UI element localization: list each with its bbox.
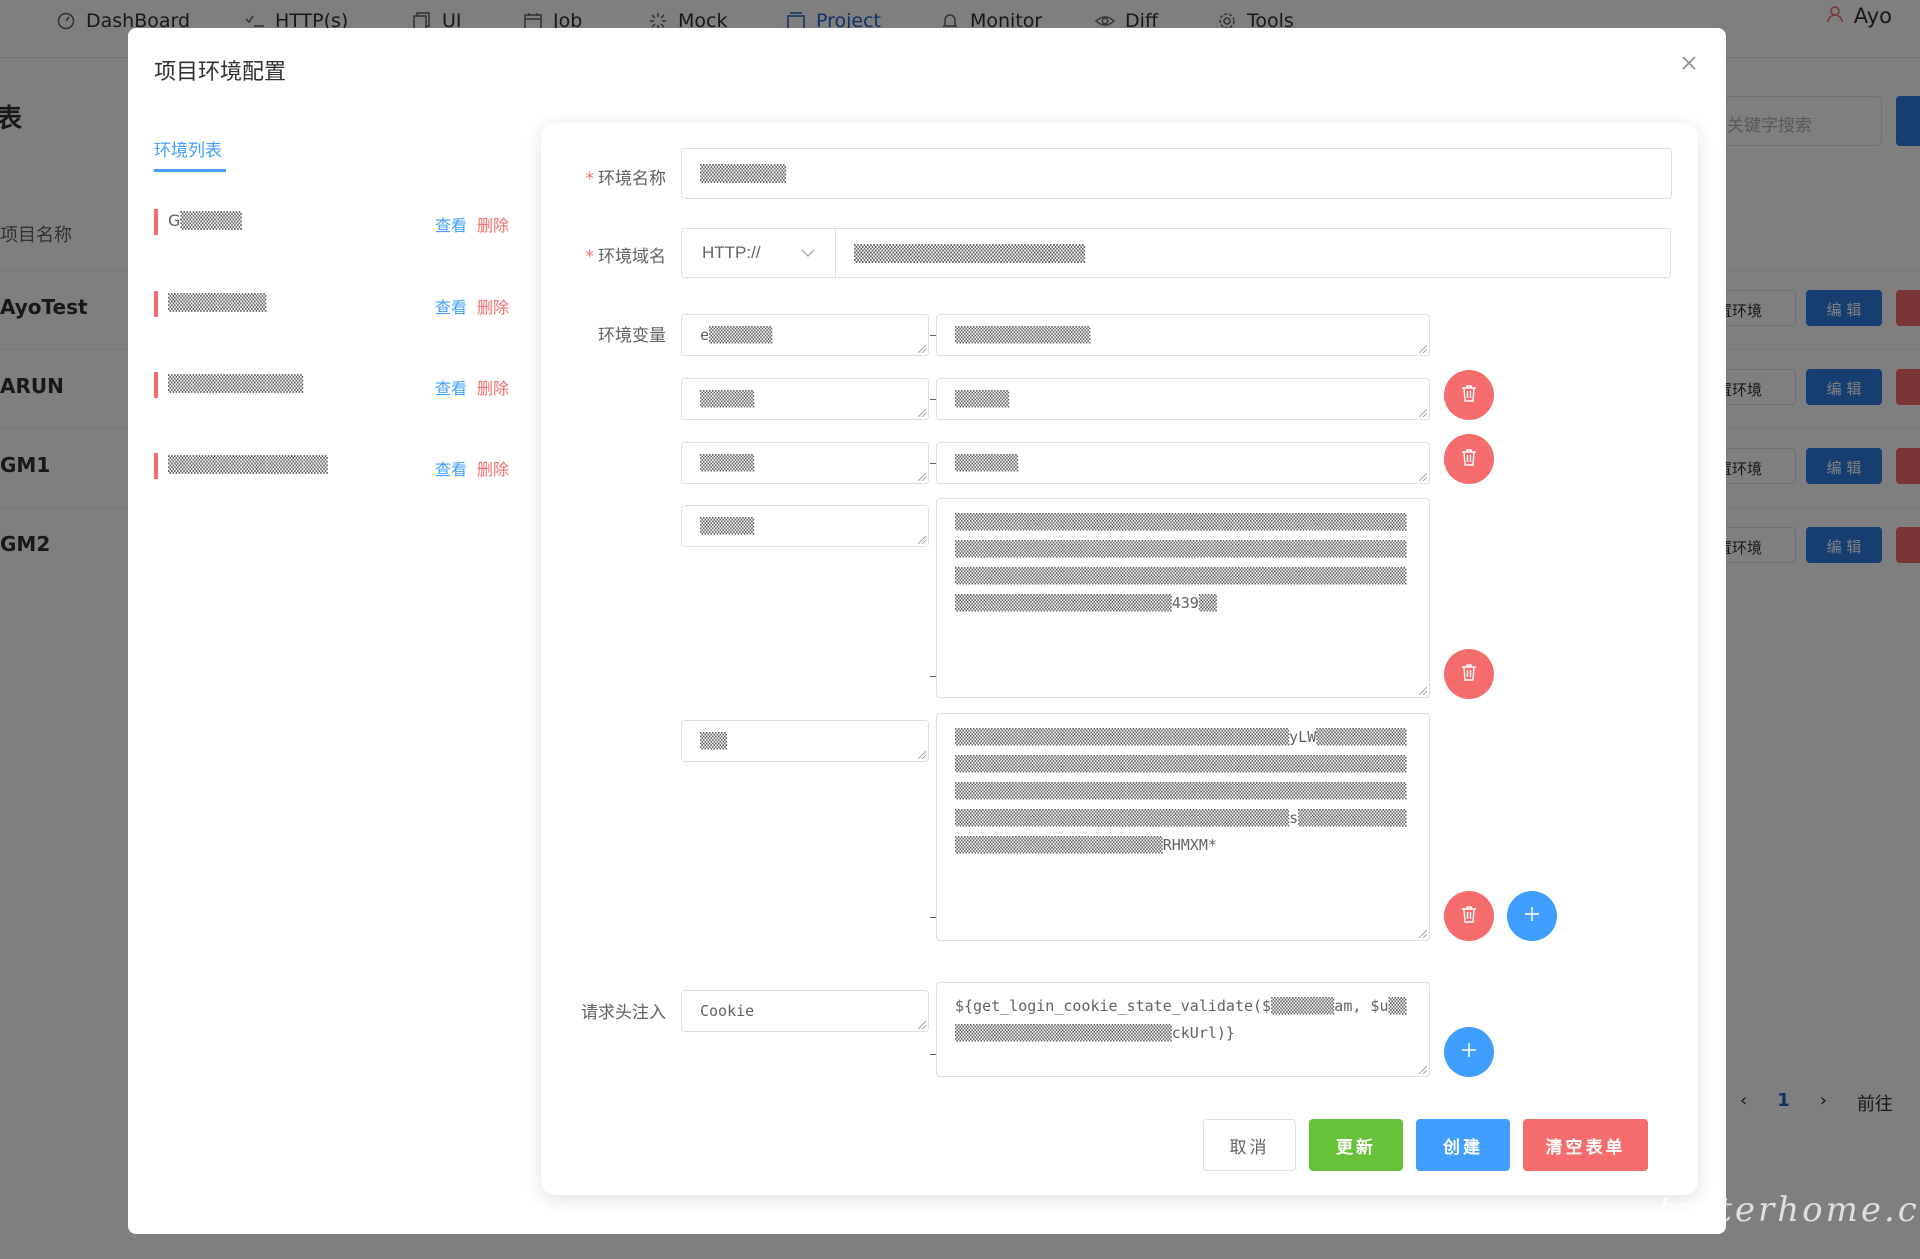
env-var-key-input[interactable]: e▒▒▒▒▒▒▒	[681, 314, 929, 356]
env-var-key: ▒▒▒▒▒▒	[700, 516, 755, 535]
view-link[interactable]: 查看	[435, 456, 467, 480]
env-list-item: ▒▒▒▒▒▒▒▒▒▒▒▒▒ 查看 删除	[154, 453, 524, 481]
env-var-key-input[interactable]: ▒▒▒▒▒▒	[681, 378, 929, 420]
resize-grip[interactable]	[1419, 687, 1427, 695]
delete-link[interactable]: 删除	[477, 294, 509, 318]
dialog-title: 项目环境配置	[154, 60, 287, 85]
env-var-value: ▒▒▒▒▒▒▒▒▒▒▒▒▒▒▒	[955, 325, 1091, 344]
clear-form-button[interactable]: 清空表单	[1523, 1119, 1648, 1171]
env-item-marker	[154, 291, 158, 317]
env-item-marker	[154, 453, 158, 479]
env-name-label-text: 环境名称	[598, 169, 666, 189]
env-var-value-textarea[interactable]: ▒▒▒▒▒▒▒▒▒▒▒▒▒▒▒▒▒▒▒▒▒▒▒▒▒▒▒▒▒▒▒▒▒▒▒▒▒yLW…	[936, 713, 1430, 941]
header-value-textarea[interactable]: ${get_login_cookie_state_validate($▒▒▒▒▒…	[936, 982, 1430, 1077]
view-link[interactable]: 查看	[435, 294, 467, 318]
resize-grip[interactable]	[1419, 409, 1427, 417]
env-domain-label: * 环境域名	[585, 247, 667, 267]
delete-link[interactable]: 删除	[477, 456, 509, 480]
env-item-marker	[154, 209, 158, 235]
env-var-value-input[interactable]: ▒▒▒▒▒▒▒	[936, 442, 1430, 484]
env-name-input[interactable]: ▒▒▒▒▒▒▒	[681, 148, 1672, 199]
env-var-key: ▒▒▒	[700, 731, 728, 750]
env-var-key: e▒▒▒▒▒▒▒	[700, 325, 773, 344]
page-root: DashBoard HTTP(s) UI Job Mock Project	[0, 0, 1920, 1259]
resize-grip[interactable]	[918, 409, 926, 417]
chevron-down-icon	[801, 243, 815, 263]
delete-var-button[interactable]	[1444, 891, 1494, 941]
trash-icon	[1461, 384, 1477, 406]
env-item-name: ▒▒▒▒▒▒▒▒▒▒▒	[168, 374, 304, 393]
trash-icon	[1461, 448, 1477, 470]
env-item-name: ▒▒▒▒▒▒▒▒▒▒▒▒▒	[168, 455, 328, 474]
close-icon[interactable]	[1680, 54, 1700, 74]
plus-icon	[1461, 1042, 1477, 1062]
delete-var-button[interactable]	[1444, 434, 1494, 484]
header-key: Cookie	[700, 1001, 755, 1020]
resize-grip[interactable]	[1419, 473, 1427, 481]
env-item-marker	[154, 372, 158, 398]
protocol-select[interactable]: HTTP://	[681, 228, 835, 278]
delete-link[interactable]: 删除	[477, 212, 509, 236]
add-header-button[interactable]	[1444, 1027, 1494, 1077]
env-var-key-input[interactable]: ▒▒▒▒▒▒	[681, 442, 929, 484]
delete-var-button[interactable]	[1444, 370, 1494, 420]
delete-var-button[interactable]	[1444, 649, 1494, 699]
protocol-value: HTTP://	[702, 243, 761, 262]
env-var-value: ▒▒▒▒▒▒▒	[955, 453, 1019, 472]
resize-grip[interactable]	[918, 345, 926, 353]
header-inject-label: 请求头注入	[581, 1003, 666, 1023]
resize-grip[interactable]	[918, 536, 926, 544]
env-list-item: G▒▒▒▒▒ 查看 删除	[154, 209, 524, 237]
cancel-button[interactable]: 取消	[1203, 1119, 1296, 1171]
view-link[interactable]: 查看	[435, 212, 467, 236]
trash-icon	[1461, 905, 1477, 927]
tab-underline	[154, 169, 226, 172]
header-value: ${get_login_cookie_state_validate($▒▒▒▒▒…	[955, 997, 1407, 1042]
env-var-value: ▒▒▒▒▒▒▒▒▒▒▒▒▒▒▒▒▒▒▒▒▒▒▒▒▒▒▒▒▒▒▒▒▒▒▒▒▒yLW…	[955, 728, 1407, 854]
resize-grip[interactable]	[1419, 1066, 1427, 1074]
env-var-value-input[interactable]: ▒▒▒▒▒▒▒▒▒▒▒▒▒▒▒	[936, 314, 1430, 356]
update-button[interactable]: 更新	[1309, 1119, 1403, 1171]
env-vars-label: 环境变量	[598, 326, 666, 346]
env-var-value: ▒▒▒▒▒▒▒▒▒▒▒▒▒▒▒▒▒▒▒▒▒▒▒▒▒▒▒▒▒▒▒▒▒▒▒▒▒▒▒▒…	[955, 513, 1407, 612]
env-list-item: ▒▒▒▒▒▒▒▒ 查看 删除	[154, 291, 524, 319]
env-list-item: ▒▒▒▒▒▒▒▒▒▒▒ 查看 删除	[154, 372, 524, 400]
domain-input[interactable]: ▒▒▒▒▒▒▒▒▒▒▒▒▒▒▒▒▒▒▒▒▒▒▒▒	[835, 228, 1671, 278]
create-button[interactable]: 创建	[1416, 1119, 1510, 1171]
resize-grip[interactable]	[918, 473, 926, 481]
env-var-value-input[interactable]: ▒▒▒▒▒▒	[936, 378, 1430, 420]
delete-link[interactable]: 删除	[477, 375, 509, 399]
resize-grip[interactable]	[918, 1021, 926, 1029]
watermark: testerhome.com	[1658, 1190, 1920, 1230]
env-var-key-input[interactable]: ▒▒▒	[681, 720, 929, 762]
env-name-label: * 环境名称	[585, 169, 667, 189]
env-var-value-textarea[interactable]: ▒▒▒▒▒▒▒▒▒▒▒▒▒▒▒▒▒▒▒▒▒▒▒▒▒▒▒▒▒▒▒▒▒▒▒▒▒▒▒▒…	[936, 498, 1430, 698]
env-var-key-input[interactable]: ▒▒▒▒▒▒	[681, 505, 929, 547]
env-var-value: ▒▒▒▒▒▒	[955, 389, 1010, 408]
tab-env-list[interactable]: 环境列表	[154, 136, 222, 161]
add-var-button[interactable]	[1507, 891, 1557, 941]
header-key-input[interactable]: Cookie	[681, 990, 929, 1032]
resize-grip[interactable]	[1419, 930, 1427, 938]
env-var-key: ▒▒▒▒▒▒	[700, 453, 755, 472]
view-link[interactable]: 查看	[435, 375, 467, 399]
env-domain-label-text: 环境域名	[598, 247, 666, 267]
resize-grip[interactable]	[918, 751, 926, 759]
env-item-name: ▒▒▒▒▒▒▒▒	[168, 293, 267, 312]
env-var-key: ▒▒▒▒▒▒	[700, 389, 755, 408]
trash-icon	[1461, 663, 1477, 685]
env-item-name: G▒▒▒▒▒	[168, 211, 242, 230]
plus-icon	[1524, 906, 1540, 926]
resize-grip[interactable]	[1419, 345, 1427, 353]
